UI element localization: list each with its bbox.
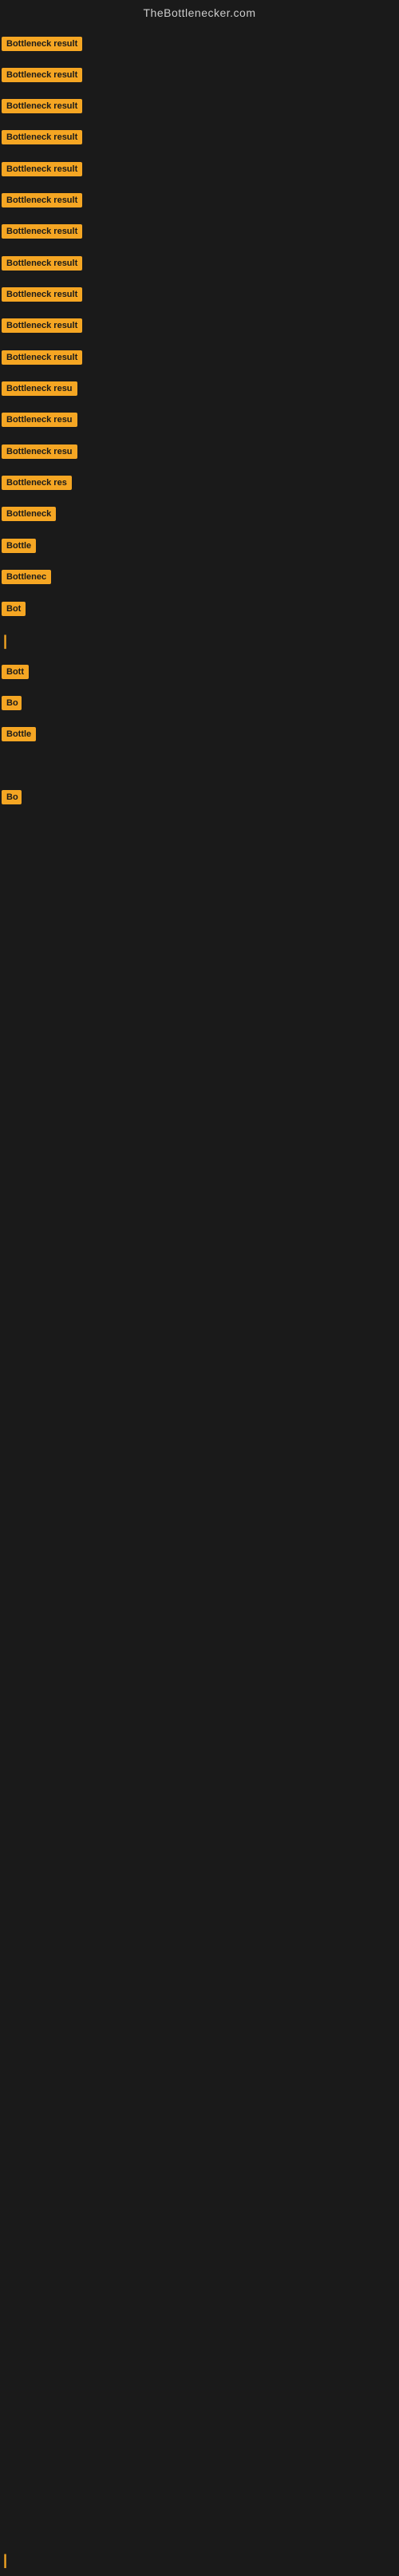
bottleneck-badge-container-12: Bottleneck resu <box>2 381 77 400</box>
bottleneck-badge-6: Bottleneck result <box>2 193 82 207</box>
bottleneck-badge-container-6: Bottleneck result <box>2 193 82 211</box>
bottleneck-badge-8: Bottleneck result <box>2 256 82 271</box>
bottleneck-badge-16: Bottleneck <box>2 507 56 521</box>
bottleneck-badge-container-1: Bottleneck result <box>2 37 82 55</box>
bottleneck-badge-container-5: Bottleneck result <box>2 162 82 180</box>
bottleneck-badge-14: Bottleneck resu <box>2 444 77 459</box>
bottleneck-badge-container-9: Bottleneck result <box>2 287 82 306</box>
bottleneck-badge-container-23: Bottle <box>2 727 36 745</box>
bottleneck-badge-container-17: Bottle <box>2 539 36 557</box>
bottleneck-badge-23: Bottle <box>2 727 36 741</box>
bottleneck-badge-container-10: Bottleneck result <box>2 318 82 337</box>
bottleneck-badge-container-3: Bottleneck result <box>2 99 82 117</box>
bottleneck-badge-17: Bottle <box>2 539 36 553</box>
bottleneck-badge-15: Bottleneck res <box>2 476 72 490</box>
bottleneck-badge-container-22: Bo <box>2 696 22 714</box>
bottleneck-badge-container-41: | <box>2 2552 7 2569</box>
bottleneck-badge-container-11: Bottleneck result <box>2 350 82 369</box>
bottleneck-badge-2: Bottleneck result <box>2 68 82 82</box>
bottleneck-badge-container-13: Bottleneck resu <box>2 413 77 431</box>
cursor-20: | <box>3 633 7 649</box>
bottleneck-badge-19: Bot <box>2 602 26 616</box>
bottleneck-badge-13: Bottleneck resu <box>2 413 77 427</box>
bottleneck-badge-1: Bottleneck result <box>2 37 82 51</box>
bottleneck-badge-container-7: Bottleneck result <box>2 224 82 243</box>
bottleneck-badge-container-14: Bottleneck resu <box>2 444 77 463</box>
bottleneck-badge-container-19: Bot <box>2 602 26 620</box>
bottleneck-badge-container-2: Bottleneck result <box>2 68 82 86</box>
bottleneck-badge-container-16: Bottleneck <box>2 507 56 525</box>
bottleneck-badge-container-15: Bottleneck res <box>2 476 72 494</box>
bottleneck-badge-12: Bottleneck resu <box>2 381 77 396</box>
bottleneck-badge-18: Bottlenec <box>2 570 51 584</box>
bottleneck-badge-container-4: Bottleneck result <box>2 130 82 148</box>
bottleneck-badge-21: Bott <box>2 665 29 679</box>
site-title: TheBottlenecker.com <box>0 0 399 22</box>
bottleneck-badge-container-20: | <box>2 633 7 650</box>
bottleneck-badge-11: Bottleneck result <box>2 350 82 365</box>
bottleneck-badge-9: Bottleneck result <box>2 287 82 302</box>
bottleneck-badge-25: Bo <box>2 790 22 804</box>
bottleneck-badge-5: Bottleneck result <box>2 162 82 176</box>
bottleneck-badge-3: Bottleneck result <box>2 99 82 113</box>
bottleneck-badge-10: Bottleneck result <box>2 318 82 333</box>
bottleneck-badge-22: Bo <box>2 696 22 710</box>
bottleneck-badge-7: Bottleneck result <box>2 224 82 239</box>
bottleneck-badge-container-18: Bottlenec <box>2 570 51 588</box>
bottleneck-badge-container-21: Bott <box>2 665 29 683</box>
cursor-41: | <box>3 2552 7 2568</box>
bottleneck-badge-container-8: Bottleneck result <box>2 256 82 275</box>
bottleneck-badge-container-25: Bo <box>2 790 22 808</box>
bottleneck-badge-4: Bottleneck result <box>2 130 82 144</box>
